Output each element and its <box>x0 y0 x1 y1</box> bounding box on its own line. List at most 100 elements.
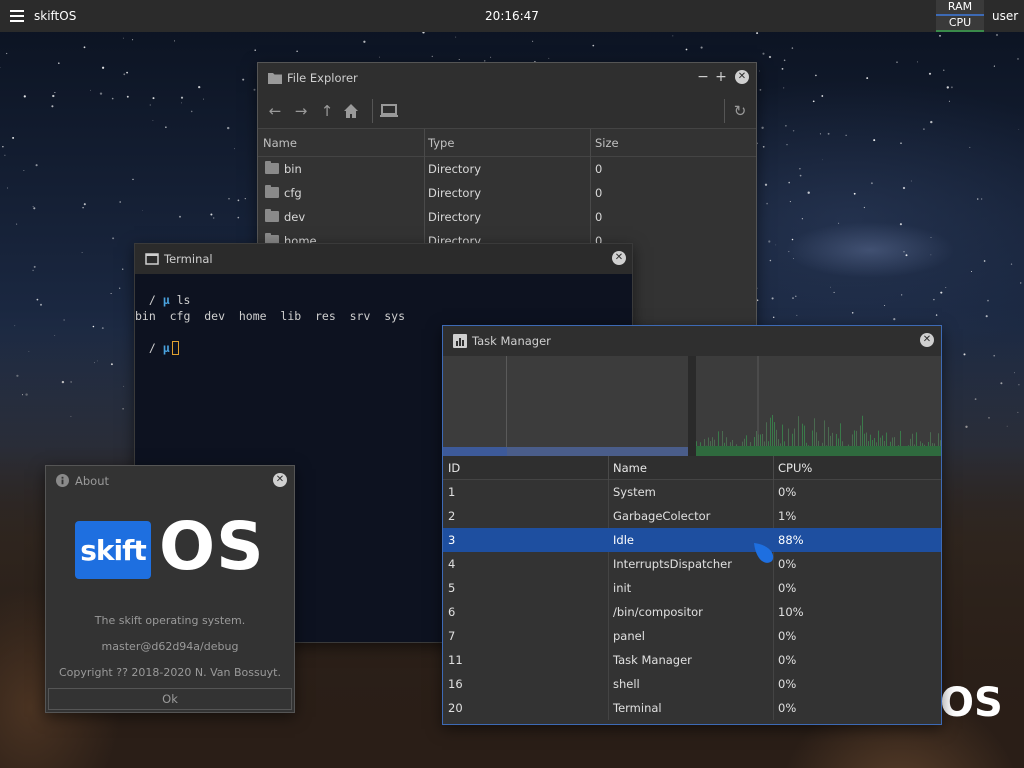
star <box>242 78 245 81</box>
star <box>893 318 896 321</box>
close-icon[interactable]: ✕ <box>920 333 934 347</box>
ram-graph-fill <box>443 447 507 456</box>
column-separator <box>773 624 774 648</box>
minimize-icon[interactable]: − <box>696 70 710 84</box>
task-cpu: 88% <box>778 533 804 547</box>
task-row[interactable]: 7 panel 0% <box>443 624 941 648</box>
star <box>110 292 112 295</box>
home-icon[interactable] <box>343 103 359 119</box>
task-row[interactable]: 4 InterruptsDispatcher 0% <box>443 552 941 576</box>
star <box>758 70 760 72</box>
task-id: 2 <box>448 509 456 523</box>
task-row[interactable]: 16 shell 0% <box>443 672 941 696</box>
clock-container: 20:16:47 <box>0 9 1024 23</box>
task-manager-titlebar[interactable]: Task Manager ✕ <box>443 326 941 356</box>
file-type: Directory <box>428 186 482 200</box>
menu-icon[interactable] <box>10 10 24 22</box>
star <box>902 186 906 190</box>
file-size: 0 <box>595 162 603 176</box>
column-header-name[interactable]: Name <box>613 461 647 475</box>
cpu-meter[interactable]: CPU <box>936 16 984 32</box>
star <box>928 72 932 75</box>
task-row[interactable]: 5 init 0% <box>443 576 941 600</box>
star <box>111 97 114 100</box>
explorer-header: Name Type Size <box>258 129 756 157</box>
column-separator <box>608 672 609 696</box>
star <box>119 201 122 203</box>
task-id: 7 <box>448 629 456 643</box>
star <box>63 319 65 321</box>
star <box>791 47 794 49</box>
star <box>23 95 26 98</box>
star <box>884 305 886 306</box>
task-row[interactable]: 1 System 0% <box>443 480 941 504</box>
star <box>532 40 534 42</box>
column-separator <box>773 672 774 696</box>
about-titlebar[interactable]: About ✕ <box>46 466 294 496</box>
file-explorer-titlebar[interactable]: File Explorer − + ✕ <box>258 63 756 93</box>
column-separator <box>590 129 591 157</box>
terminal-titlebar[interactable]: Terminal ✕ <box>135 244 632 274</box>
back-arrow-icon[interactable]: ← <box>265 101 285 121</box>
column-header-size[interactable]: Size <box>595 136 619 150</box>
star <box>759 88 762 91</box>
task-row[interactable]: 3 Idle 88% <box>443 528 941 552</box>
close-icon[interactable]: ✕ <box>612 251 626 265</box>
star <box>976 198 979 200</box>
task-row[interactable]: 2 GarbageColector 1% <box>443 504 941 528</box>
prompt-dir: / <box>148 341 156 355</box>
ok-button[interactable]: Ok <box>48 688 292 710</box>
star <box>969 146 971 148</box>
star <box>896 61 898 63</box>
task-name: Terminal <box>613 701 662 715</box>
star <box>970 270 973 273</box>
user-name[interactable]: user <box>992 9 1018 23</box>
star <box>12 136 15 139</box>
ram-meter[interactable]: RAM <box>936 0 984 16</box>
close-icon[interactable]: ✕ <box>273 473 287 487</box>
clock: 20:16:47 <box>485 9 539 23</box>
column-separator <box>608 696 609 720</box>
column-header-type[interactable]: Type <box>428 136 454 150</box>
forward-arrow-icon[interactable]: → <box>291 101 311 121</box>
file-row[interactable]: dev Directory 0 <box>258 205 756 229</box>
refresh-icon[interactable]: ↻ <box>730 101 750 121</box>
star <box>16 223 18 225</box>
star <box>807 191 810 194</box>
resource-meters[interactable]: RAM CPU <box>936 0 984 32</box>
column-separator <box>773 480 774 504</box>
star <box>180 96 184 99</box>
star <box>756 32 759 35</box>
maximize-icon[interactable]: + <box>714 70 728 84</box>
file-row[interactable]: bin Directory 0 <box>258 157 756 181</box>
column-header-name[interactable]: Name <box>263 136 297 150</box>
column-header-id[interactable]: ID <box>448 461 460 475</box>
task-row[interactable]: 6/bin/compositor 10% <box>443 600 941 624</box>
file-row[interactable]: cfg Directory 0 <box>258 181 756 205</box>
star <box>14 325 16 327</box>
star <box>853 192 856 195</box>
task-cpu: 0% <box>778 677 797 691</box>
star <box>198 85 201 89</box>
star <box>165 126 167 128</box>
star <box>939 34 941 37</box>
star <box>81 252 83 253</box>
up-arrow-icon[interactable]: ↑ <box>317 101 337 121</box>
task-row[interactable]: 11 Task Manager 0% <box>443 648 941 672</box>
star <box>987 299 989 302</box>
star <box>781 68 784 70</box>
computer-icon[interactable] <box>380 103 398 119</box>
star <box>122 37 124 39</box>
task-row[interactable]: 20 Terminal 0% <box>443 696 941 720</box>
file-name: dev <box>284 210 306 224</box>
star <box>788 181 790 184</box>
close-icon[interactable]: ✕ <box>735 70 749 84</box>
terminal-line: bin cfg dev home lib res srv sys <box>135 309 406 323</box>
star <box>870 182 873 185</box>
star <box>930 120 933 124</box>
star <box>830 286 831 288</box>
column-separator <box>608 600 609 624</box>
column-header-cpu[interactable]: CPU% <box>778 461 812 475</box>
toolbar-separator <box>724 99 725 123</box>
star <box>838 222 840 224</box>
